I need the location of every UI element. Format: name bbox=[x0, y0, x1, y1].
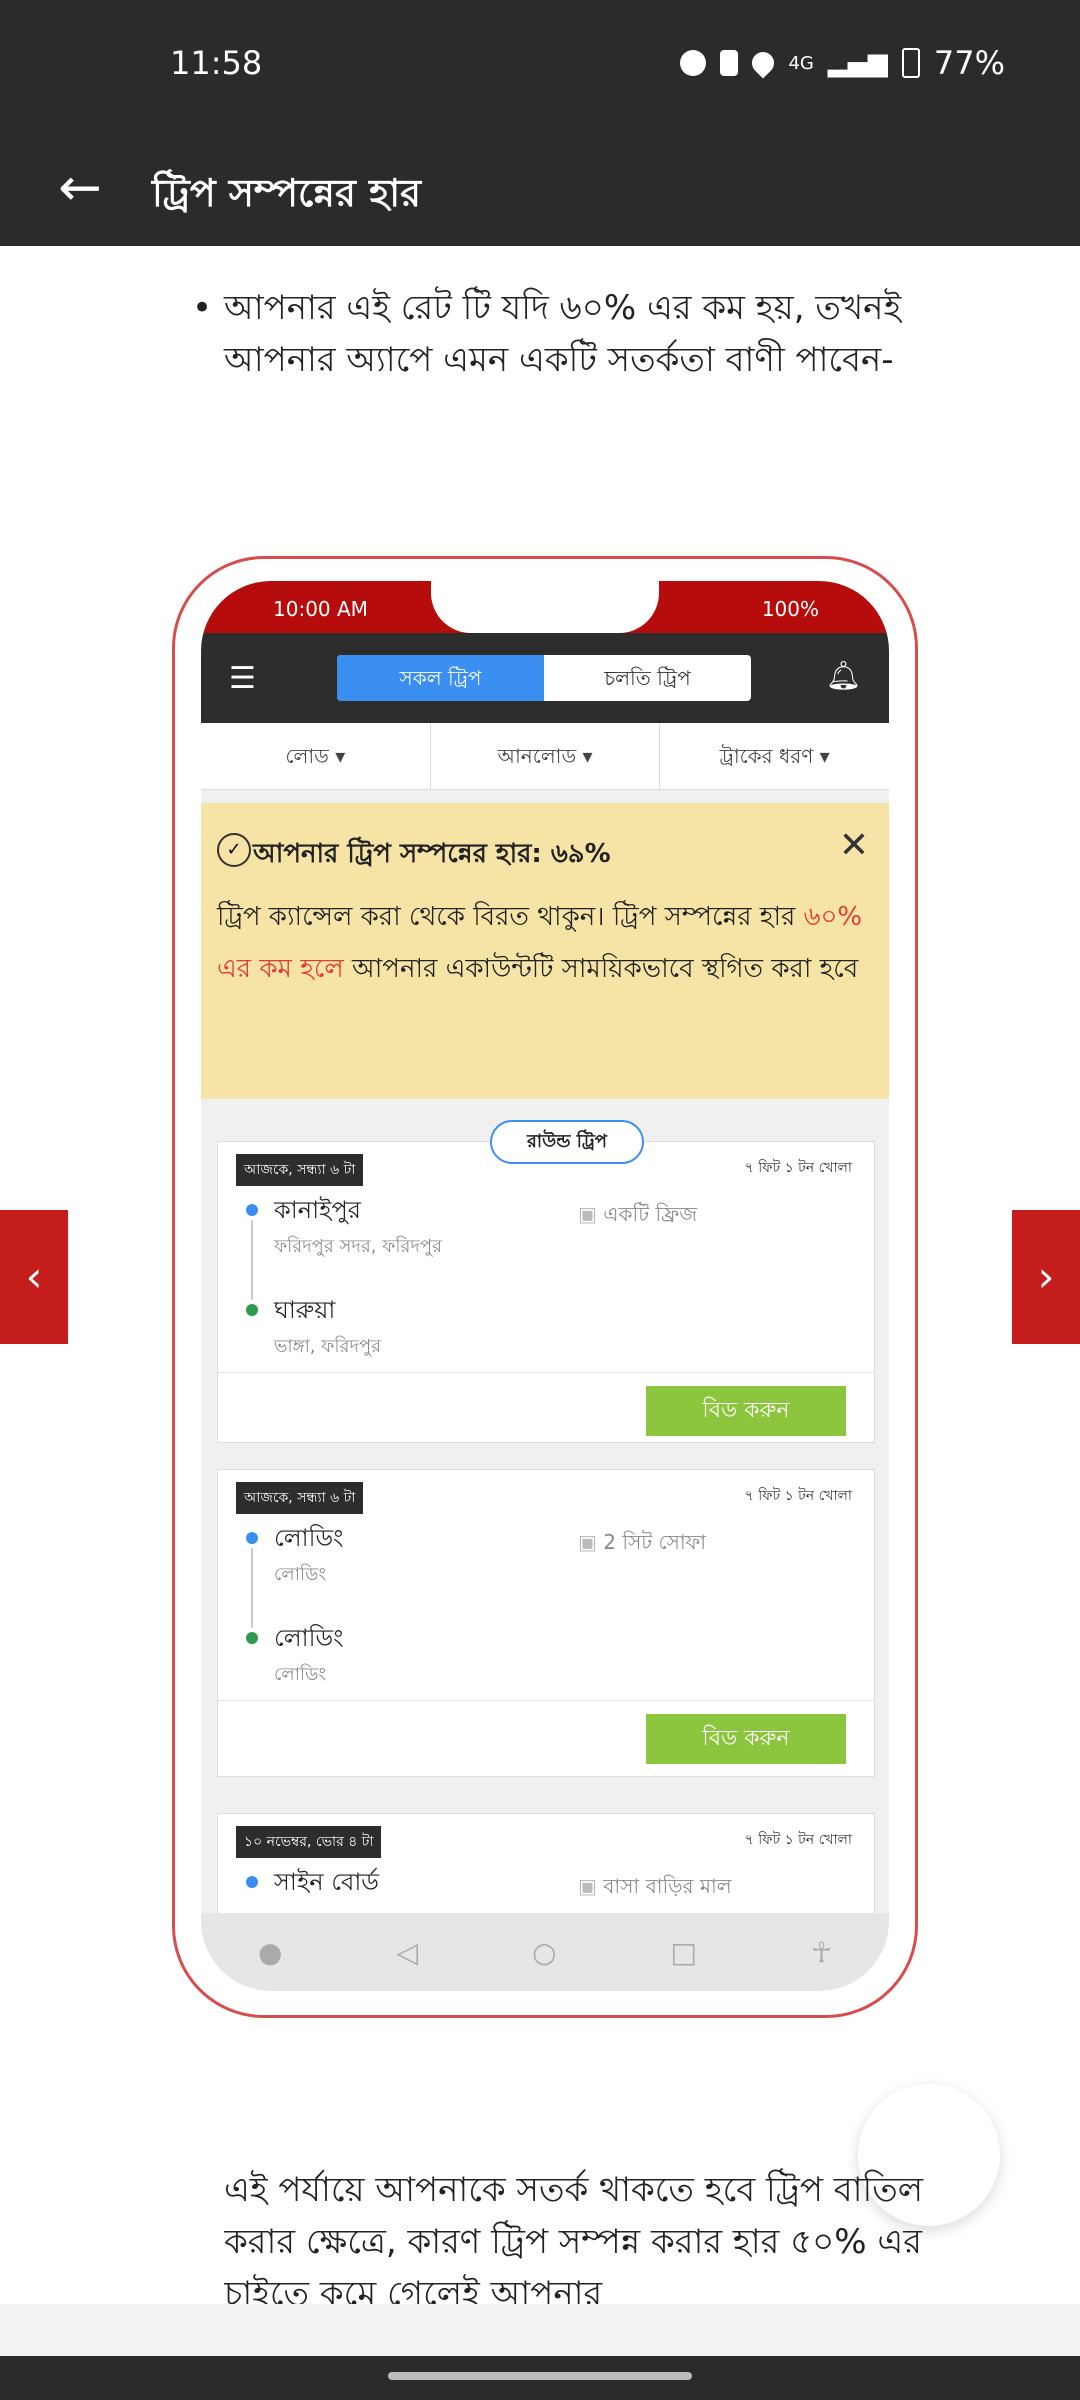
system-nav-bar bbox=[0, 2356, 1080, 2400]
phone-filters: লোড ▾ আনলোড ▾ ট্রাকের ধরণ ▾ bbox=[201, 723, 889, 790]
page-title: ট্রিপ সম্পন্নের হার bbox=[152, 171, 421, 215]
trip-time-chip: আজকে, সন্ধ্যা ৬ টা bbox=[236, 1482, 364, 1514]
bullet-text-2: এই পর্যায়ে আপনাকে সতর্ক থাকতে হবে ট্রিপ… bbox=[224, 2164, 924, 2304]
trip-card: ১০ নভেম্বর, ভোর ৪ টা ৭ ফিট ১ টন খোলা সাই… bbox=[217, 1813, 875, 1925]
drop-sublocation: লোডিং bbox=[274, 1664, 327, 1685]
bid-button: বিড করুন bbox=[646, 1714, 846, 1764]
pickup-location: লোডিং bbox=[274, 1524, 344, 1552]
accessibility-icon: ☥ bbox=[811, 1935, 832, 1969]
pickup-dot-icon bbox=[246, 1532, 258, 1544]
nav-home-icon: ○ bbox=[532, 1935, 557, 1969]
tab-all-trips: সকল ট্রিপ bbox=[337, 655, 544, 701]
nav-dot-icon: ● bbox=[258, 1935, 283, 1969]
filter-truck-type: ট্রাকের ধরণ ▾ bbox=[719, 744, 830, 768]
filter-unload: আনলোড ▾ bbox=[431, 723, 661, 789]
phone-mockup-image: 10:00 AM 100% ☰ সকল ট্রিপ চলতি ট্রিপ 🔔︎ … bbox=[172, 556, 918, 2018]
trip-card: আজকে, সন্ধ্যা ৬ টা ৭ ফিট ১ টন খোলা লোডিং… bbox=[217, 1469, 875, 1777]
drop-dot-icon bbox=[246, 1304, 258, 1316]
app-bar: ← ট্রিপ সম্পন্নের হার bbox=[0, 136, 1080, 246]
card-divider bbox=[218, 1372, 874, 1373]
pickup-dot-icon bbox=[246, 1204, 258, 1216]
nav-back-icon: ◁ bbox=[396, 1935, 419, 1969]
hamburger-menu-icon: ☰ bbox=[229, 661, 256, 696]
card-divider bbox=[218, 1700, 874, 1701]
network-type: 4G bbox=[788, 52, 814, 74]
phone-nav-bar: ● ◁ ○ □ ☥ bbox=[201, 1913, 889, 1991]
location-icon bbox=[747, 47, 780, 79]
cargo-item: 2 সিট সোফা bbox=[578, 1528, 706, 1561]
phone-app-header: ☰ সকল ট্রিপ চলতি ট্রিপ 🔔︎ bbox=[201, 633, 889, 723]
cargo-item: একটি ফ্রিজ bbox=[578, 1200, 697, 1233]
status-time: 11:58 bbox=[170, 44, 263, 82]
battery-icon bbox=[901, 48, 920, 78]
phone-tabs: সকল ট্রিপ চলতি ট্রিপ bbox=[337, 655, 751, 701]
bullet-text-1: আপনার এই রেট টি যদি ৬০% এর কম হয়, তখনই … bbox=[192, 282, 924, 386]
vibrate-icon bbox=[720, 50, 739, 76]
bell-icon: 🔔︎ bbox=[825, 659, 861, 692]
previous-slide-button[interactable]: ‹ bbox=[0, 1210, 68, 1344]
truck-spec: ৭ ফিট ১ টন খোলা bbox=[744, 1832, 852, 1848]
close-icon: ✕ bbox=[838, 825, 869, 866]
alert-title: আপনার ট্রিপ সম্পন্নের হার: ৬৯% bbox=[253, 839, 611, 869]
alert-body: ট্রিপ ক্যান্সেল করা থেকে বিরত থাকুন। ট্র… bbox=[217, 891, 867, 995]
status-icons: 4G ▂▄▆ 77% bbox=[680, 44, 1005, 82]
phone-screen: 10:00 AM 100% ☰ সকল ট্রিপ চলতি ট্রিপ 🔔︎ … bbox=[201, 581, 889, 1991]
pickup-sublocation: ফরিদপুর সদর, ফরিদপুর bbox=[274, 1236, 442, 1257]
pickup-sublocation: লোডিং bbox=[274, 1564, 327, 1585]
phone-status-battery: 100% bbox=[761, 597, 819, 621]
filter-load: লোড ▾ bbox=[201, 723, 431, 789]
phone-status-time: 10:00 AM bbox=[273, 597, 368, 621]
pickup-location: সাইন বোর্ড bbox=[274, 1868, 379, 1896]
phone-notch bbox=[431, 581, 659, 633]
bottom-strip bbox=[0, 2304, 1080, 2356]
round-trip-badge: রাউন্ড ট্রিপ bbox=[490, 1120, 644, 1164]
bid-button: বিড করুন bbox=[646, 1386, 846, 1436]
trip-time-chip: আজকে, সন্ধ্যা ৬ টা bbox=[236, 1154, 364, 1186]
drop-dot-icon bbox=[246, 1632, 258, 1644]
pickup-dot-icon bbox=[246, 1876, 258, 1888]
status-bar: 11:58 4G ▂▄▆ 77% bbox=[0, 0, 1080, 136]
alert-body-start: ট্রিপ ক্যান্সেল করা থেকে বিরত থাকুন। ট্র… bbox=[217, 902, 804, 932]
route-line bbox=[251, 1220, 253, 1300]
alarm-icon bbox=[680, 50, 707, 76]
check-circle-icon: ✓ bbox=[217, 833, 251, 867]
tab-current-trips: চলতি ট্রিপ bbox=[604, 666, 691, 690]
alert-body-end: আপনার একাউন্টটি সাময়িকভাবে স্থগিত করা হ… bbox=[343, 954, 859, 984]
truck-spec: ৭ ফিট ১ টন খোলা bbox=[744, 1160, 852, 1176]
trip-card: রাউন্ড ট্রিপ আজকে, সন্ধ্যা ৬ টা ৭ ফিট ১ … bbox=[217, 1120, 875, 1443]
home-gesture-bar[interactable] bbox=[388, 2372, 692, 2380]
pickup-location: কানাইপুর bbox=[274, 1196, 362, 1224]
truck-spec: ৭ ফিট ১ টন খোলা bbox=[744, 1488, 852, 1504]
drop-location: ঘারুয়া bbox=[274, 1296, 336, 1324]
back-arrow-icon[interactable]: ← bbox=[50, 158, 110, 218]
route-line bbox=[251, 1548, 253, 1628]
battery-level: 77% bbox=[933, 44, 1005, 82]
trip-time-chip: ১০ নভেম্বর, ভোর ৪ টা bbox=[236, 1826, 382, 1858]
next-slide-button[interactable]: › bbox=[1012, 1210, 1080, 1344]
drop-location: লোডিং bbox=[274, 1624, 344, 1652]
signal-icon: ▂▄▆ bbox=[827, 48, 888, 78]
phone-status-bar: 10:00 AM 100% bbox=[201, 581, 889, 633]
completion-rate-alert: ✓ আপনার ট্রিপ সম্পন্নের হার: ৬৯% ✕ ট্রিপ… bbox=[201, 803, 889, 1099]
cargo-item: বাসা বাড়ির মাল bbox=[578, 1872, 731, 1905]
drop-sublocation: ভাঙ্গা, ফরিদপুর bbox=[274, 1336, 382, 1357]
nav-recents-icon: □ bbox=[670, 1935, 697, 1969]
